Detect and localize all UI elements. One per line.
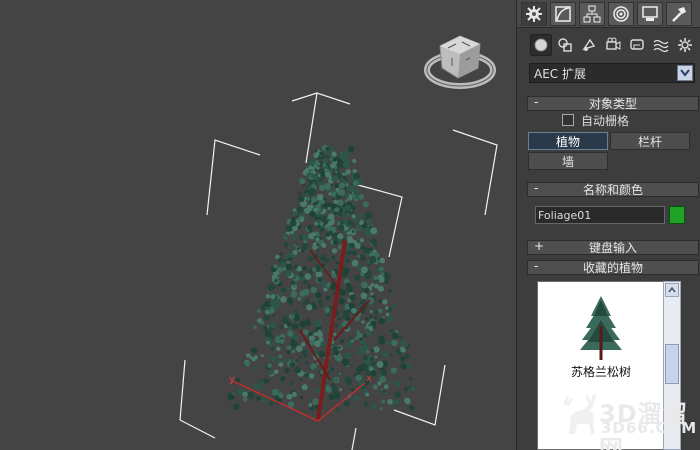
scotch-pine-thumbnail[interactable] — [538, 286, 664, 366]
create-icon — [526, 6, 542, 22]
shapes-icon — [558, 38, 572, 52]
rollout-title: 对象类型 — [588, 97, 637, 111]
motion-icon — [613, 6, 629, 22]
geometry-icon — [534, 38, 548, 52]
helpers-icon — [630, 39, 644, 50]
chevron-down-icon[interactable] — [677, 65, 693, 81]
lights-button[interactable] — [578, 34, 600, 56]
shapes-button[interactable] — [554, 34, 576, 56]
railing-button[interactable]: 栏杆 — [610, 132, 690, 150]
display-icon — [642, 6, 658, 21]
utilities-icon — [672, 7, 686, 22]
tree-model[interactable] — [227, 144, 416, 421]
command-panel-tabs — [517, 0, 700, 28]
collapse-toggle: - — [534, 259, 539, 273]
hierarchy-icon — [583, 5, 601, 23]
tab-hierarchy[interactable] — [579, 2, 605, 26]
tab-create[interactable] — [521, 2, 547, 26]
tab-modify[interactable] — [550, 2, 576, 26]
autogrid-checkbox[interactable] — [562, 114, 574, 126]
autogrid-label: 自动栅格 — [581, 114, 630, 128]
modify-icon — [555, 6, 571, 22]
subcategory-toolbar — [517, 32, 700, 58]
rollout-title: 名称和颜色 — [582, 183, 643, 197]
perspective-viewport[interactable]: y x — [0, 0, 516, 450]
foliage-button[interactable]: 植物 — [528, 132, 608, 150]
tab-utilities[interactable] — [666, 2, 692, 26]
keyboard-entry-rollout-header[interactable]: + 键盘输入 — [527, 239, 699, 255]
axis-y-label: y — [229, 374, 235, 385]
helpers-button[interactable] — [626, 34, 648, 56]
plant-item-label[interactable]: 苏格兰松树 — [538, 363, 664, 380]
name-color-rollout-header[interactable]: - 名称和颜色 — [527, 181, 699, 197]
cameras-icon — [606, 37, 621, 50]
axis-x-label: x — [366, 373, 372, 384]
lights-icon — [582, 38, 596, 51]
object-color-swatch[interactable] — [669, 206, 685, 224]
watermark-line2: 3D66.COM — [601, 419, 698, 437]
object-type-rollout-header[interactable]: - 对象类型 — [527, 95, 699, 111]
favorite-plants-rollout-header[interactable]: - 收藏的植物 — [527, 259, 699, 275]
spacewarps-icon — [653, 39, 669, 53]
scroll-up-arrow-icon[interactable] — [665, 283, 679, 297]
category-dropdown[interactable]: AEC 扩展 — [529, 63, 695, 83]
expand-toggle: + — [534, 239, 545, 253]
category-dropdown-value: AEC 扩展 — [534, 66, 586, 81]
geometry-button[interactable] — [530, 34, 552, 56]
spacewarps-button[interactable] — [650, 34, 672, 56]
systems-button[interactable] — [674, 34, 696, 56]
scroll-thumb[interactable] — [665, 344, 679, 384]
tab-motion[interactable] — [608, 2, 634, 26]
viewport-canvas: y x — [179, 35, 498, 450]
object-name-field[interactable]: Foliage01 — [535, 206, 665, 224]
command-panel: AEC 扩展 - 对象类型 自动栅格 植物 栏杆 墙 - 名称和颜色 Folia… — [516, 0, 700, 450]
cameras-button[interactable] — [602, 34, 624, 56]
rollout-title: 收藏的植物 — [582, 261, 643, 275]
collapse-toggle: - — [534, 181, 539, 195]
wall-button[interactable]: 墙 — [528, 152, 608, 170]
tab-display[interactable] — [637, 2, 663, 26]
collapse-toggle: - — [534, 95, 539, 109]
systems-icon — [678, 38, 692, 52]
viewcube[interactable] — [424, 35, 496, 89]
rollout-title: 键盘输入 — [588, 241, 637, 255]
